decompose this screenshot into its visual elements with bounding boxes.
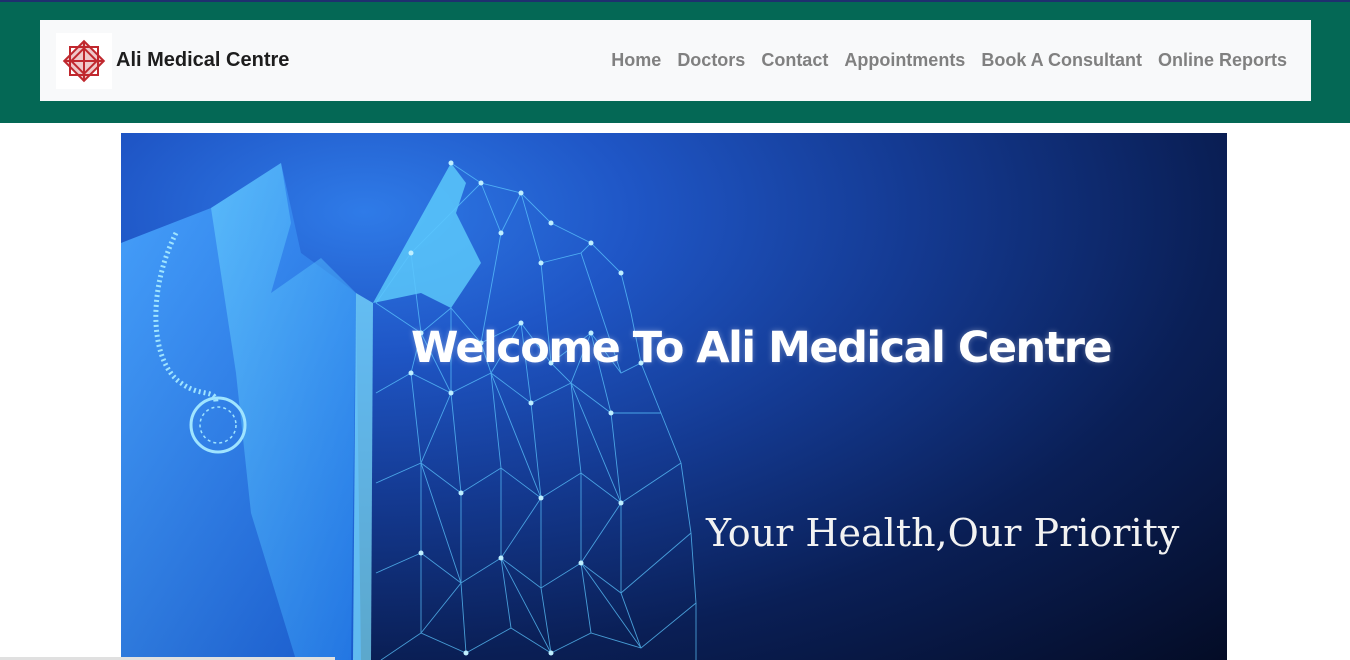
hero-subtitle: Your Health,Our Priority [706, 511, 1180, 555]
navbar: Ali Medical Centre Home Doctors Contact … [40, 20, 1311, 101]
nav-home[interactable]: Home [603, 50, 669, 71]
nav-doctors[interactable]: Doctors [669, 50, 753, 71]
brand-name: Ali Medical Centre [116, 49, 290, 71]
brand-link[interactable]: Ali Medical Centre [56, 32, 290, 89]
nav-appointments[interactable]: Appointments [836, 50, 973, 71]
nav-book-consultant[interactable]: Book A Consultant [973, 50, 1150, 71]
hero-title: Welcome To Ali Medical Centre [411, 323, 1113, 373]
hero-banner: Welcome To Ali Medical Centre Your Healt… [121, 133, 1227, 660]
nav-contact[interactable]: Contact [753, 50, 836, 71]
nav-links: Home Doctors Contact Appointments Book A… [603, 50, 1295, 71]
brand-logo-icon [56, 32, 112, 89]
nav-online-reports[interactable]: Online Reports [1150, 50, 1295, 71]
doctor-coat-illustration [121, 160, 697, 660]
